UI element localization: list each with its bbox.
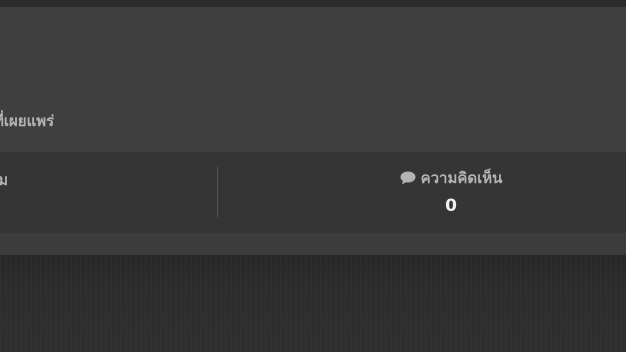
card-header: ที่เผยแพร่ — [0, 7, 626, 152]
background-texture — [0, 255, 626, 352]
comment-icon — [400, 171, 416, 185]
comments-label-line: ความคิดเห็น — [400, 166, 503, 190]
comments-count: 0 — [445, 196, 457, 216]
comments-stat[interactable]: ความคิดเห็น 0 — [276, 166, 626, 216]
post-card: ที่เผยแพร่ ชม ความคิดเห็น 0 — [0, 7, 626, 255]
comments-label: ความคิดเห็น — [420, 169, 503, 187]
top-strip — [0, 0, 626, 7]
card-footer — [0, 233, 626, 255]
stats-divider — [217, 167, 218, 217]
stats-row: ชม ความคิดเห็น 0 — [0, 152, 626, 233]
published-label: ที่เผยแพร่ — [0, 112, 55, 130]
views-stat-label: ชม — [0, 171, 9, 189]
